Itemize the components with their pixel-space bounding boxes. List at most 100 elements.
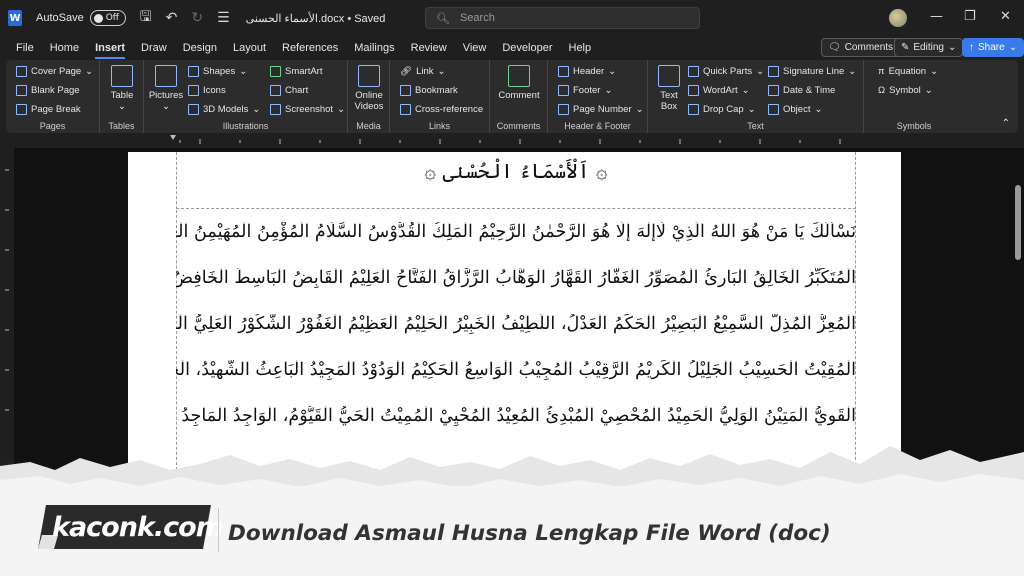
chevron-down-icon: ⌄ [756,66,765,77]
screenshot-button[interactable]: Screenshot ⌄ [270,104,345,115]
date-time-icon [768,85,779,96]
chevron-down-icon: ⌄ [930,66,939,77]
chevron-down-icon: ⌄ [239,66,248,77]
smartart-button[interactable]: SmartArt [270,66,322,77]
signature-line-button[interactable]: Signature Line ⌄ [768,66,856,77]
document-body[interactable] [176,210,856,470]
pictures-icon [155,65,177,87]
link-label: Link [416,66,434,77]
close-icon[interactable]: ✕ [1000,9,1011,24]
chevron-down-icon: ⌄ [608,66,617,77]
table-button[interactable]: Table ⌄ [108,65,136,112]
text-label: Text [660,90,678,101]
horizontal-ruler[interactable] [0,133,1024,148]
chevron-down-icon: ⌄ [741,85,750,96]
cross-reference-label: Cross-reference [415,104,484,115]
tab-insert[interactable]: Insert [95,42,125,59]
online-videos-button[interactable]: Online Videos [353,65,385,112]
footer-button[interactable]: Footer ⌄ [558,85,612,96]
tab-mailings[interactable]: Mailings [354,42,394,54]
autosave-toggle[interactable]: Off [89,10,126,26]
videos-label: Videos [354,101,384,112]
comment-button[interactable]: Comment [498,65,540,101]
collapse-ribbon-icon[interactable]: ⌃ [1002,118,1010,129]
tab-draw[interactable]: Draw [141,42,167,54]
equation-button[interactable]: π Equation ⌄ [878,66,938,77]
save-icon[interactable]: 🖫 [140,6,152,30]
tab-view[interactable]: View [463,42,487,54]
chart-button[interactable]: Chart [270,85,308,96]
signature-line-icon [768,66,779,77]
chart-icon [270,85,281,96]
icons-label: Icons [203,85,226,96]
editing-label: Editing [913,42,944,53]
page-break-button[interactable]: Page Break [16,104,81,115]
link-button[interactable]: 🔗︎ Link ⌄ [400,66,445,77]
group-label-pages: Pages [39,121,66,131]
blank-page-button[interactable]: Blank Page [16,85,80,96]
pi-icon: π [878,66,885,77]
redo-icon[interactable]: ↻ [191,10,203,26]
cross-reference-button[interactable]: Cross-reference [400,104,483,115]
text-box-button[interactable]: Text Box [654,65,684,112]
tab-design[interactable]: Design [183,42,217,54]
banner-caption: Download Asmaul Husna Lengkap File Word … [228,521,831,546]
text-line-5: الْقَوِيُّ الْمَتِيْنُ الْوَلِيُّ الْحَم… [176,406,856,426]
date-time-button[interactable]: Date & Time [768,85,835,96]
symbol-button[interactable]: Ω Symbol ⌄ [878,85,933,96]
chevron-down-icon: ⌄ [437,66,446,77]
wordart-button[interactable]: WordArt ⌄ [688,85,750,96]
autosave-label: AutoSave [36,12,84,24]
document-title[interactable]: الأسماء الحسنى.docx • Saved [246,12,386,25]
new-comment-icon [508,65,530,87]
vertical-scrollbar[interactable] [1015,185,1021,260]
page-number-button[interactable]: Page Number ⌄ [558,104,644,115]
group-label-header-footer: Header & Footer [564,121,631,131]
editing-button[interactable]: ✎ Editing ⌄ [894,38,964,57]
tab-home[interactable]: Home [50,42,79,54]
footer-icon [558,85,569,96]
undo-icon[interactable]: ↶ [166,10,178,26]
vertical-ruler[interactable] [0,150,14,460]
icons-button[interactable]: Icons [188,85,226,96]
tab-file[interactable]: File [16,42,34,54]
group-header-footer: Header ⌄ Footer ⌄ Page Number ⌄ Header & Fo… [548,60,648,133]
restore-icon[interactable]: ❐ [964,9,976,24]
bookmark-button[interactable]: Bookmark [400,85,458,96]
header-label: Header [573,66,605,77]
comments-label: Comments [844,42,894,53]
comments-button[interactable]: 🗨︎ Comments [821,38,901,57]
minimize-icon[interactable]: — [930,9,943,24]
tab-references[interactable]: References [282,42,338,54]
object-button[interactable]: Object ⌄ [768,104,822,115]
search-box[interactable]: 🔍︎ Search [425,7,700,29]
tab-help[interactable]: Help [569,42,592,54]
3d-models-button[interactable]: 3D Models ⌄ [188,104,260,115]
chevron-down-icon: ⌄ [848,66,857,77]
screenshot-icon [270,104,281,115]
chevron-down-icon: ⌄ [814,104,823,115]
header-button[interactable]: Header ⌄ [558,66,616,77]
quick-parts-button[interactable]: Quick Parts ⌄ [688,66,764,77]
share-button[interactable]: ↑ Share ⌄ [962,38,1024,57]
toggle-knob [93,13,103,23]
tab-review[interactable]: Review [411,42,447,54]
shapes-button[interactable]: Shapes ⌄ [188,66,247,77]
drop-cap-label: Drop Cap [703,104,744,115]
group-pages: Cover Page ⌄ Blank Page Page Break Pages [6,60,100,133]
tab-layout[interactable]: Layout [233,42,266,54]
chevron-down-icon: ⌄ [635,104,644,115]
smartart-icon [270,66,281,77]
table-label: Table [110,90,134,101]
pictures-button[interactable]: Pictures ⌄ [148,65,184,112]
chevron-down-icon: ⌄ [252,104,261,115]
search-icon: 🔍︎ [436,12,450,25]
avatar[interactable] [889,9,907,27]
group-links: 🔗︎ Link ⌄ Bookmark Cross-reference Links [390,60,490,133]
page-number-label: Page Number [573,104,632,115]
drop-cap-button[interactable]: Drop Cap ⌄ [688,104,756,115]
cover-page-button[interactable]: Cover Page ⌄ [16,66,93,77]
menu-bar: File Home Insert Draw Design Layout Refe… [0,36,1024,60]
customize-icon[interactable]: ☰ [217,10,230,26]
tab-developer[interactable]: Developer [502,42,552,54]
